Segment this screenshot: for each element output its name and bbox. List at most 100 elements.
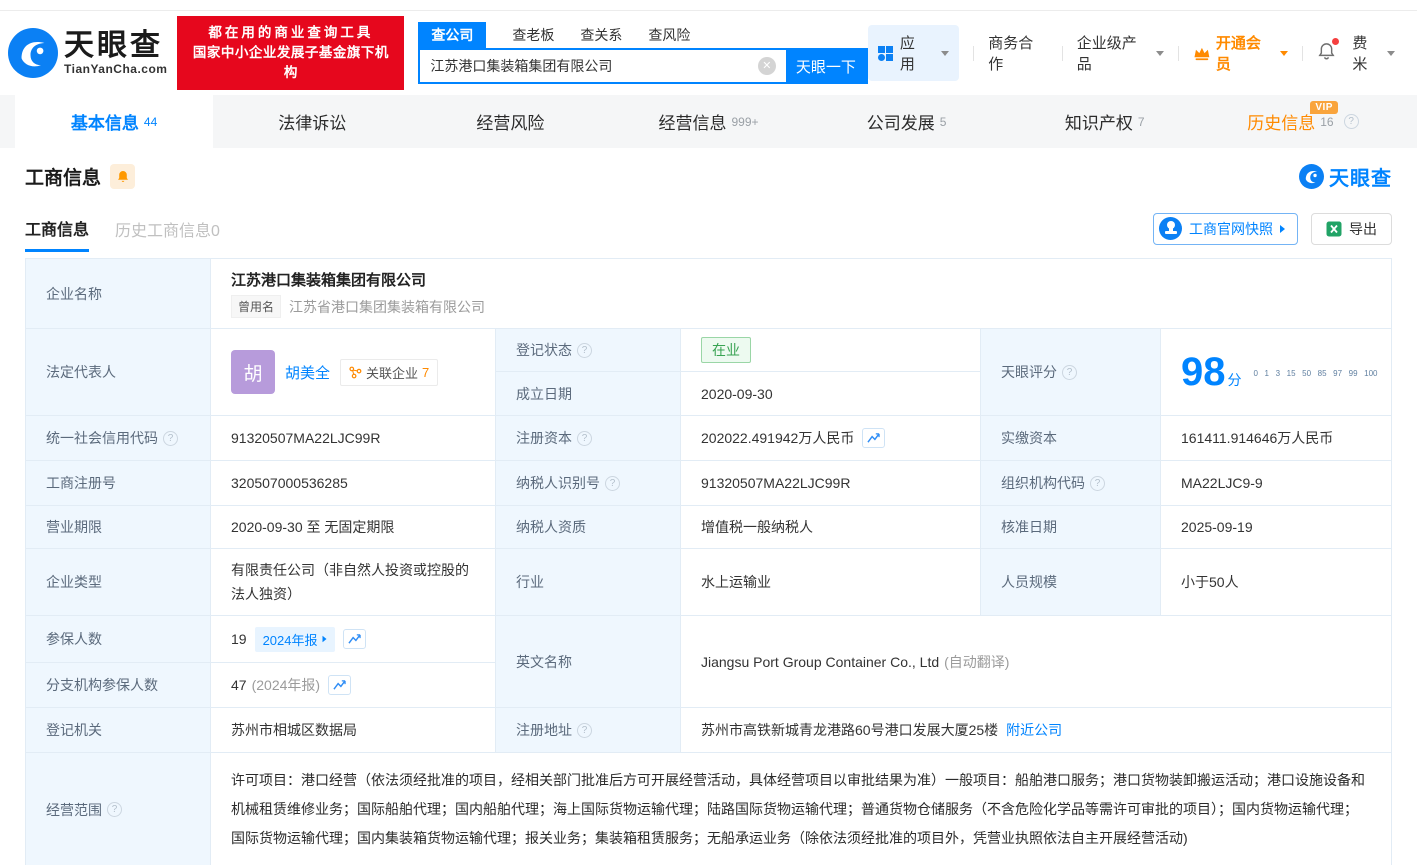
avatar[interactable]: 胡 bbox=[231, 350, 275, 394]
field-label-reg-no: 工商注册号 bbox=[26, 461, 211, 506]
menu-divider bbox=[973, 46, 974, 61]
subtab-history-business-info[interactable]: 历史工商信息0 bbox=[115, 217, 220, 241]
former-name-tag: 曾用名 bbox=[231, 295, 281, 318]
tianyancha-logo[interactable]: 天眼查 TianYanCha.com bbox=[8, 28, 167, 78]
official-snapshot-button[interactable]: 工商官网快照 bbox=[1153, 213, 1298, 245]
field-label-org-code: 组织机构代码 bbox=[981, 461, 1161, 506]
tab-label: 公司发展 bbox=[867, 109, 935, 134]
chevron-down-icon bbox=[1280, 51, 1288, 56]
field-label-reg-status: 登记状态 bbox=[496, 329, 681, 372]
tab-history-info[interactable]: VIP 历史信息 16 bbox=[1204, 95, 1402, 148]
score-distribution-chart[interactable]: 0131550859799100 bbox=[1254, 367, 1378, 378]
related-count: 7 bbox=[422, 365, 429, 380]
search-tab-boss[interactable]: 查老板 bbox=[512, 25, 554, 45]
export-label: 导出 bbox=[1349, 219, 1377, 239]
search-tab-company[interactable]: 查公司 bbox=[418, 22, 486, 48]
trend-chart-button[interactable] bbox=[328, 675, 351, 695]
score-unit: 分 bbox=[1228, 372, 1242, 388]
help-icon[interactable] bbox=[1062, 365, 1077, 380]
vip-upgrade-link[interactable]: 开通会员 bbox=[1193, 32, 1288, 74]
tab-label: 历史信息 bbox=[1247, 109, 1315, 134]
apps-menu[interactable]: 应用 bbox=[868, 25, 959, 81]
brand-domain: TianYanCha.com bbox=[64, 62, 167, 76]
company-name: 江苏港口集装箱集团有限公司 bbox=[231, 269, 426, 290]
search-tab-risk[interactable]: 查风险 bbox=[648, 25, 690, 45]
user-menu[interactable]: 费米 bbox=[1352, 32, 1395, 74]
field-value-org-code: MA22LJC9-9 bbox=[1161, 461, 1391, 506]
field-label-industry: 行业 bbox=[496, 549, 681, 616]
slogan-line1: 都在用的商业查询工具 bbox=[186, 23, 395, 43]
crown-icon bbox=[1193, 46, 1211, 61]
arrow-right-icon bbox=[1280, 225, 1285, 233]
help-icon[interactable] bbox=[605, 476, 620, 491]
nearby-companies-link[interactable]: 附近公司 bbox=[1006, 720, 1062, 740]
tab-label: 经营风险 bbox=[476, 109, 544, 134]
watermark-logo: 天眼查 bbox=[1299, 162, 1392, 191]
trend-icon bbox=[866, 432, 881, 444]
trend-icon bbox=[347, 633, 362, 645]
annual-report-tag[interactable]: 2024年报 bbox=[255, 627, 335, 652]
help-icon[interactable] bbox=[107, 802, 122, 817]
search-input[interactable] bbox=[420, 50, 758, 82]
field-value-reg-status: 在业 bbox=[681, 329, 981, 372]
related-companies-button[interactable]: 关联企业 7 bbox=[340, 359, 438, 386]
field-label-taxpayer-id: 纳税人识别号 bbox=[496, 461, 681, 506]
snapshot-label: 工商官网快照 bbox=[1189, 219, 1273, 239]
enterprise-menu[interactable]: 企业级产品 bbox=[1077, 32, 1164, 74]
field-label-paid-capital: 实缴资本 bbox=[981, 416, 1161, 461]
tab-operating-risk[interactable]: 经营风险 bbox=[411, 95, 609, 148]
site-header: 天眼查 TianYanCha.com 都在用的商业查询工具 国家中小企业发展子基… bbox=[0, 11, 1417, 95]
watermark-text: 天眼查 bbox=[1329, 162, 1392, 191]
help-icon[interactable] bbox=[577, 723, 592, 738]
field-value-industry: 水上运输业 bbox=[681, 549, 981, 616]
tab-company-development[interactable]: 公司发展 5 bbox=[808, 95, 1006, 148]
tab-legal[interactable]: 法律诉讼 bbox=[213, 95, 411, 148]
former-name: 江苏省港口集团集装箱有限公司 bbox=[289, 297, 485, 317]
field-label-reg-address: 注册地址 bbox=[496, 708, 681, 753]
help-icon[interactable] bbox=[577, 431, 592, 446]
brand-slogan: 都在用的商业查询工具 国家中小企业发展子基金旗下机构 bbox=[177, 16, 404, 90]
trend-chart-button[interactable] bbox=[343, 629, 366, 649]
clear-icon[interactable]: ✕ bbox=[758, 57, 776, 75]
help-icon[interactable] bbox=[1090, 476, 1105, 491]
tab-count: 999+ bbox=[731, 115, 758, 129]
field-label-taxpayer-quality: 纳税人资质 bbox=[496, 506, 681, 549]
bell-icon bbox=[116, 169, 130, 184]
field-value-reg-no: 320507000536285 bbox=[211, 461, 496, 506]
annual-report-label: 2024年报 bbox=[263, 630, 318, 649]
subtab-business-info[interactable]: 工商信息 bbox=[25, 206, 89, 252]
menu-divider bbox=[1302, 46, 1303, 61]
org-chart-icon bbox=[349, 366, 362, 379]
help-icon[interactable] bbox=[1344, 114, 1359, 129]
vip-badge: VIP bbox=[1310, 101, 1338, 114]
search-tab-relation[interactable]: 查关系 bbox=[580, 25, 622, 45]
trend-chart-button[interactable] bbox=[862, 428, 885, 448]
help-icon[interactable] bbox=[163, 431, 178, 446]
field-value-taxpayer-id: 91320507MA22LJC99R bbox=[681, 461, 981, 506]
section-header: 工商信息 天眼查 bbox=[0, 148, 1417, 205]
subtab-row: 工商信息 历史工商信息0 工商官网快照 导出 bbox=[0, 205, 1417, 252]
auto-translate-note: (自动翻译) bbox=[944, 652, 1009, 672]
menu-divider bbox=[1062, 46, 1063, 61]
field-label-branch-insured: 分支机构参保人数 bbox=[26, 663, 211, 708]
chevron-down-icon bbox=[1156, 51, 1164, 56]
tab-basic-info[interactable]: 基本信息 44 bbox=[15, 95, 213, 148]
tab-business-info[interactable]: 经营信息 999+ bbox=[609, 95, 807, 148]
field-value-est-date: 2020-09-30 bbox=[681, 372, 981, 416]
help-icon[interactable] bbox=[577, 343, 592, 358]
brand-name: 天眼查 bbox=[64, 30, 167, 62]
export-button[interactable]: 导出 bbox=[1311, 213, 1392, 245]
tab-label: 法律诉讼 bbox=[278, 109, 346, 134]
search-button[interactable]: 天眼一下 bbox=[786, 50, 866, 82]
section-title: 工商信息 bbox=[25, 163, 101, 190]
legal-rep-link[interactable]: 胡美全 bbox=[285, 362, 330, 383]
subscribe-bell-button[interactable] bbox=[110, 164, 135, 189]
cooperation-link[interactable]: 商务合作 bbox=[988, 32, 1048, 74]
slogan-line2: 国家中小企业发展子基金旗下机构 bbox=[186, 43, 395, 83]
field-value-paid-capital: 161411.914646万人民币 bbox=[1161, 416, 1391, 461]
stamp-icon bbox=[1159, 217, 1182, 240]
tab-label: 基本信息 bbox=[71, 109, 139, 134]
tab-intellectual-property[interactable]: 知识产权 7 bbox=[1006, 95, 1204, 148]
notifications-bell[interactable] bbox=[1317, 41, 1336, 65]
annual-report-note: (2024年报) bbox=[252, 675, 320, 695]
